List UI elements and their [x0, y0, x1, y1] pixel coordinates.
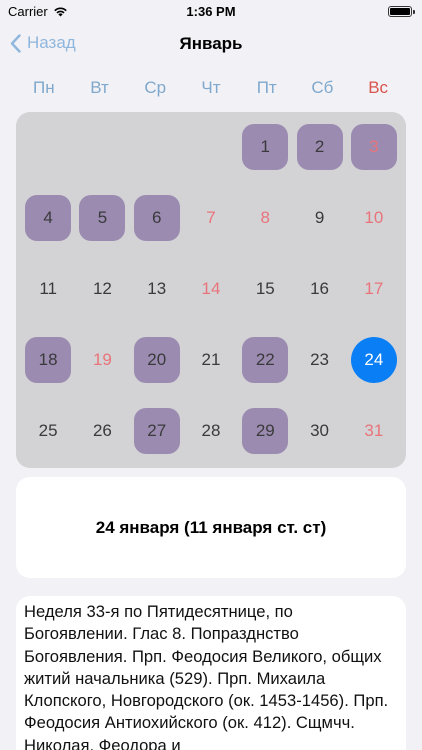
day-button[interactable]: 17: [351, 266, 397, 312]
weekday-label: Пт: [256, 78, 277, 97]
day-button[interactable]: 9: [297, 195, 343, 241]
day-button[interactable]: 13: [134, 266, 180, 312]
day-button[interactable]: 28: [188, 408, 234, 454]
empty-day-cell: [75, 124, 129, 195]
day-cell: 4: [21, 195, 75, 266]
day-cell: 28: [184, 408, 238, 479]
day-button[interactable]: 27: [133, 408, 180, 454]
day-button[interactable]: 1: [242, 124, 289, 170]
day-cell: 8: [238, 195, 292, 266]
day-button[interactable]: 11: [25, 266, 71, 312]
day-cell: 31: [347, 408, 401, 479]
calendar-grid: 1 2 3 4 5 6 7 8 9 10 11 12 13 14 15 16 17 18 19 20 21 22 23 24 2…: [16, 112, 406, 468]
day-cell: 18: [21, 337, 75, 408]
day-cell: 17: [347, 266, 401, 337]
day-button[interactable]: 21: [188, 337, 234, 383]
weekday-label: Ср: [144, 78, 167, 97]
day-button[interactable]: 15: [242, 266, 288, 312]
day-cell: 5: [75, 195, 129, 266]
day-cell: 10: [347, 195, 401, 266]
day-button[interactable]: 29: [242, 408, 289, 454]
day-button[interactable]: 31: [351, 408, 397, 454]
day-button[interactable]: 18: [25, 337, 72, 383]
weekday-label: Чт: [201, 78, 221, 97]
day-cell: 3: [347, 124, 401, 195]
day-cell: 9: [292, 195, 346, 266]
day-button[interactable]: 25: [25, 408, 71, 454]
day-button[interactable]: 19: [79, 337, 125, 383]
battery-icon: [388, 6, 415, 17]
day-cell: 16: [292, 266, 346, 337]
day-cell: 21: [184, 337, 238, 408]
day-button[interactable]: 6: [133, 195, 180, 241]
empty-day-cell: [21, 124, 75, 195]
day-button[interactable]: 26: [79, 408, 125, 454]
day-cell: 25: [21, 408, 75, 479]
day-button[interactable]: 12: [79, 266, 125, 312]
day-cell: 27: [130, 408, 184, 479]
day-button[interactable]: 22: [242, 337, 289, 383]
weekday-header: Пн Вт Ср Чт Пт Сб Вс: [16, 78, 406, 98]
day-button[interactable]: 7: [188, 195, 234, 241]
day-button[interactable]: 20: [133, 337, 180, 383]
selected-date-title: 24 января (11 января ст. ст): [95, 517, 327, 537]
day-button[interactable]: 2: [296, 124, 343, 170]
day-cell: 23: [292, 337, 346, 408]
empty-day-cell: [184, 124, 238, 195]
weekday-label: Пн: [33, 78, 55, 97]
day-cell: 7: [184, 195, 238, 266]
day-button[interactable]: 4: [25, 195, 72, 241]
day-button[interactable]: 5: [79, 195, 126, 241]
status-time: 1:36 PM: [186, 4, 236, 19]
day-cell: 29: [238, 408, 292, 479]
day-cell: 15: [238, 266, 292, 337]
day-button[interactable]: 23: [297, 337, 343, 383]
day-cell: 30: [292, 408, 346, 479]
day-button[interactable]: 3: [350, 124, 397, 170]
day-cell: 2: [292, 124, 346, 195]
weekday-label: Вс: [368, 78, 389, 97]
day-cell: 22: [238, 337, 292, 408]
empty-day-cell: [130, 124, 184, 195]
day-cell: 6: [130, 195, 184, 266]
day-cell: 19: [75, 337, 129, 408]
day-cell: 12: [75, 266, 129, 337]
weekday-label: Вт: [90, 78, 109, 97]
day-cell: 14: [184, 266, 238, 337]
day-button[interactable]: 8: [242, 195, 288, 241]
day-cell: 11: [21, 266, 75, 337]
day-button[interactable]: 10: [351, 195, 397, 241]
day-cell: 1: [238, 124, 292, 195]
day-cell: 26: [75, 408, 129, 479]
description-card[interactable]: Неделя 33-я по Пятидесятнице, по Богоявл…: [16, 596, 406, 750]
page-title: Январь: [179, 34, 243, 53]
status-bar: Carrier 1:36 PM: [0, 0, 422, 24]
navigation-bar: Назад Январь: [0, 24, 422, 64]
selected-date-card: 24 января (11 января ст. ст): [16, 477, 406, 578]
day-cell: 24: [347, 337, 401, 408]
day-button[interactable]: 16: [297, 266, 343, 312]
day-button[interactable]: 14: [188, 266, 234, 312]
day-cell: 13: [130, 266, 184, 337]
day-button[interactable]: 30: [297, 408, 343, 454]
description-text: Неделя 33-я по Пятидесятнице, по Богоявл…: [24, 602, 389, 750]
weekday-label: Сб: [311, 78, 334, 97]
day-button-selected[interactable]: 24: [350, 337, 397, 383]
day-cell: 20: [130, 337, 184, 408]
